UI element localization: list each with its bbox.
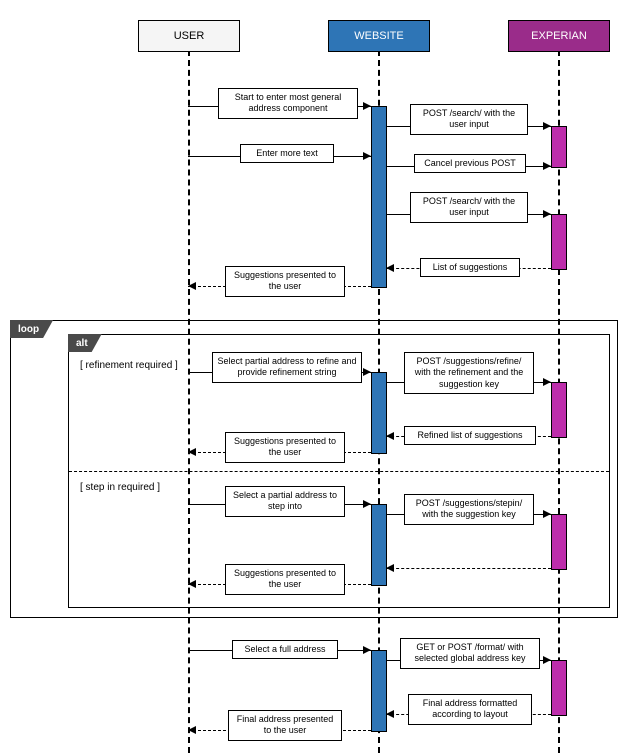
activation-website-4 [371, 650, 387, 732]
arrowhead-m12 [363, 500, 371, 508]
message-m16: Select a full address [232, 640, 338, 659]
activation-experian-5 [551, 660, 567, 716]
message-m17: GET or POST /format/ with selected globa… [400, 638, 540, 669]
activation-website-1 [371, 106, 387, 288]
arrowhead-m19 [188, 726, 196, 734]
actor-website: WEBSITE [328, 20, 430, 52]
message-m15: Suggestions presented to the user [225, 564, 345, 595]
message-m6: List of suggestions [420, 258, 520, 277]
arrowhead-m3 [363, 152, 371, 160]
message-m1: Start to enter most general address comp… [218, 88, 358, 119]
arrowhead-m11 [188, 448, 196, 456]
arrow-m14 [386, 568, 551, 569]
message-m10: Refined list of suggestions [404, 426, 536, 445]
arrowhead-m15 [188, 580, 196, 588]
guard-refine: [ refinement required ] [80, 360, 178, 371]
arrowhead-m14 [386, 564, 394, 572]
frame-alt-label: alt [68, 334, 102, 352]
activation-website-3 [371, 504, 387, 586]
message-m4: Cancel previous POST [414, 154, 526, 173]
activation-experian-1 [551, 126, 567, 168]
arrowhead-m7 [188, 282, 196, 290]
message-m8: Select partial address to refine and pro… [212, 352, 362, 383]
message-m18: Final address formatted according to lay… [408, 694, 532, 725]
activation-experian-2 [551, 214, 567, 270]
alt-divider [69, 471, 609, 472]
arrowhead-m2 [543, 122, 551, 130]
arrowhead-m5 [543, 210, 551, 218]
frame-loop-label: loop [10, 320, 53, 338]
message-m2: POST /search/ with the user input [410, 104, 528, 135]
message-m19: Final address presented to the user [228, 710, 342, 741]
message-m12: Select a partial address to step into [225, 486, 345, 517]
actor-user: USER [138, 20, 240, 52]
message-m7: Suggestions presented to the user [225, 266, 345, 297]
arrowhead-m16 [363, 646, 371, 654]
actor-experian: EXPERIAN [508, 20, 610, 52]
arrowhead-m18 [386, 710, 394, 718]
message-m9: POST /suggestions/refine/ with the refin… [404, 352, 534, 394]
message-m5: POST /search/ with the user input [410, 192, 528, 223]
arrowhead-m1 [363, 102, 371, 110]
message-m11: Suggestions presented to the user [225, 432, 345, 463]
arrowhead-m17 [543, 656, 551, 664]
arrowhead-m10 [386, 432, 394, 440]
arrowhead-m4 [543, 162, 551, 170]
arrowhead-m8 [363, 368, 371, 376]
sequence-diagram: USER WEBSITE EXPERIAN loop alt [ refinem… [0, 0, 626, 753]
message-m3: Enter more text [240, 144, 334, 163]
guard-stepin: [ step in required ] [80, 482, 160, 493]
arrowhead-m6 [386, 264, 394, 272]
arrowhead-m13 [543, 510, 551, 518]
activation-experian-4 [551, 514, 567, 570]
activation-experian-3 [551, 382, 567, 438]
arrowhead-m9 [543, 378, 551, 386]
message-m13: POST /suggestions/stepin/ with the sugge… [404, 494, 534, 525]
activation-website-2 [371, 372, 387, 454]
